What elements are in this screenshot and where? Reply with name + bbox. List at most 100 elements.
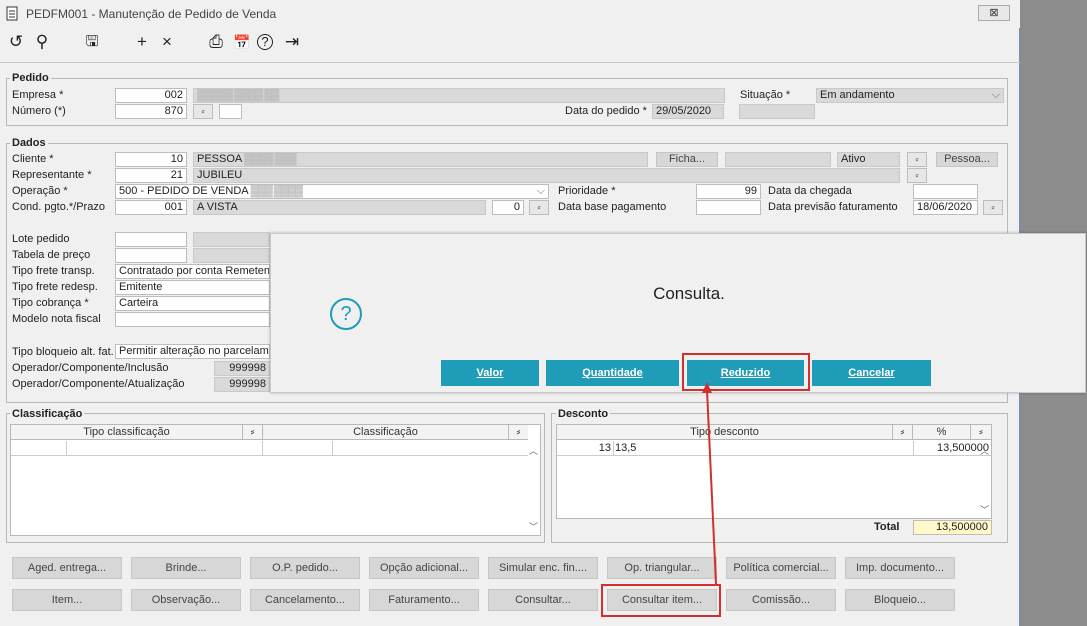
numero-lookup-icon[interactable]: ⸗ bbox=[193, 104, 213, 119]
tipo-lookup-icon[interactable]: ⸗ bbox=[242, 425, 262, 440]
table-row[interactable] bbox=[11, 441, 528, 456]
pct-lookup-icon[interactable]: ⸗ bbox=[970, 425, 991, 440]
scroll-down-icon[interactable]: ﹀ bbox=[980, 503, 989, 516]
consultar-button[interactable]: Consultar... bbox=[488, 589, 598, 611]
cond-name-field: A VISTA bbox=[193, 200, 486, 215]
class-lookup-icon[interactable]: ⸗ bbox=[508, 425, 528, 440]
consulta-dialog: ? Consulta. Valor Quantidade Reduzido Ca… bbox=[270, 233, 1086, 393]
desconto-header-pct[interactable]: % bbox=[912, 425, 970, 440]
lote-input[interactable] bbox=[115, 232, 187, 247]
chevron-down-icon: ⌵ bbox=[536, 185, 545, 197]
brinde-button[interactable]: Brinde... bbox=[131, 557, 241, 579]
total-label: Total bbox=[874, 521, 900, 533]
numero-extra-button[interactable] bbox=[219, 104, 242, 119]
ficha-button[interactable]: Ficha... bbox=[656, 152, 718, 167]
situacao-value: Em andamento bbox=[820, 89, 895, 101]
representante-lookup-icon[interactable]: ⸗ bbox=[907, 168, 927, 183]
desconto-code: 13 bbox=[598, 442, 611, 454]
refresh-icon[interactable]: ↺ bbox=[6, 33, 26, 51]
add-icon[interactable]: + bbox=[132, 33, 152, 51]
help-icon[interactable]: ? bbox=[257, 34, 273, 50]
prioridade-label: Prioridade * bbox=[558, 185, 616, 197]
reduzido-highlight bbox=[682, 353, 810, 391]
save-icon[interactable]: 🖫 bbox=[82, 33, 102, 51]
search-icon[interactable]: ⚲ bbox=[32, 33, 52, 51]
observacao-button[interactable]: Observação... bbox=[131, 589, 241, 611]
data-pedido-field: 29/05/2020 bbox=[652, 104, 724, 119]
scroll-up-icon[interactable]: ︿ bbox=[980, 444, 989, 457]
lote-extra-field bbox=[193, 232, 270, 247]
desconto-title: Desconto bbox=[556, 408, 611, 420]
delete-icon[interactable]: × bbox=[157, 33, 177, 51]
classificacao-header-class[interactable]: Classificação bbox=[262, 425, 508, 440]
simular-enc-button[interactable]: Simular enc. fin.... bbox=[488, 557, 598, 579]
situacao-label: Situação * bbox=[740, 89, 791, 101]
situacao-select[interactable]: Em andamento ⌵ bbox=[816, 88, 1004, 103]
representante-code-input[interactable]: 21 bbox=[115, 168, 187, 183]
frete-redesp-select[interactable]: Emitente bbox=[115, 280, 270, 295]
cancelar-button[interactable]: Cancelar bbox=[812, 360, 931, 386]
cobranca-select[interactable]: Carteira bbox=[115, 296, 270, 311]
classificacao-grid[interactable]: Tipo classificação ⸗ Classificação ⸗ ︿ ﹀ bbox=[10, 424, 541, 536]
table-row[interactable]: 13 13,5 13,500000 bbox=[557, 441, 991, 456]
valor-label: Valor bbox=[476, 367, 504, 379]
cliente-label: Cliente * bbox=[12, 153, 54, 165]
modelo-select[interactable] bbox=[115, 312, 270, 327]
bloqueio-select[interactable]: Permitir alteração no parcelame bbox=[115, 344, 270, 359]
cancelar-label: Cancelar bbox=[848, 367, 895, 379]
data-base-input[interactable] bbox=[696, 200, 761, 215]
cliente-lookup-icon[interactable]: ⸗ bbox=[907, 152, 927, 167]
comissao-button[interactable]: Comissão... bbox=[726, 589, 836, 611]
cond-code-input[interactable]: 001 bbox=[115, 200, 187, 215]
cliente-code-input[interactable]: 10 bbox=[115, 152, 187, 167]
op-inclusao-field: 999998 bbox=[214, 361, 270, 376]
window-title: PEDFM001 - Manutenção de Pedido de Venda bbox=[26, 7, 277, 21]
aged-entrega-button[interactable]: Aged. entrega... bbox=[12, 557, 122, 579]
representante-label: Representante * bbox=[12, 169, 92, 181]
dialog-message: Consulta. bbox=[653, 284, 725, 303]
data-prev-lookup-icon[interactable]: ⸗ bbox=[983, 200, 1003, 215]
opcao-adicional-button[interactable]: Opção adicional... bbox=[369, 557, 479, 579]
pessoa-button[interactable]: Pessoa... bbox=[936, 152, 998, 167]
politica-comercial-button[interactable]: Política comercial... bbox=[726, 557, 836, 579]
desconto-grid[interactable]: Tipo desconto ⸗ % ⸗ 13 13,5 13,500000 ︿ … bbox=[556, 424, 992, 519]
op-pedido-button[interactable]: O.P. pedido... bbox=[250, 557, 360, 579]
prioridade-input[interactable]: 99 bbox=[696, 184, 761, 199]
op-inclusao-label: Operador/Componente/Inclusão bbox=[12, 362, 169, 374]
print-icon[interactable]: ⎙ bbox=[206, 33, 226, 51]
data-chegada-input[interactable] bbox=[913, 184, 978, 199]
empresa-name-field: ▓▓▓▓▓ ▓▓▓▓ ▓▓ bbox=[193, 88, 725, 103]
exit-icon[interactable]: ⇥ bbox=[282, 33, 302, 51]
classificacao-title: Classificação bbox=[10, 408, 85, 420]
data-prev-input[interactable]: 18/06/2020 bbox=[913, 200, 978, 215]
imp-documento-button[interactable]: Imp. documento... bbox=[845, 557, 955, 579]
cond-label: Cond. pgto.*/Prazo bbox=[12, 201, 105, 213]
numero-input[interactable]: 870 bbox=[115, 104, 187, 119]
classificacao-header-tipo[interactable]: Tipo classificação bbox=[11, 425, 242, 440]
data-pedido-extra bbox=[739, 104, 815, 119]
bloqueio-button[interactable]: Bloqueio... bbox=[845, 589, 955, 611]
valor-button[interactable]: Valor bbox=[441, 360, 539, 386]
operacao-select[interactable]: 500 - PEDIDO DE VENDA ▓▓▓ ▓▓▓▓ ⌵ bbox=[115, 184, 549, 199]
prazo-input[interactable]: 0 bbox=[492, 200, 524, 215]
representante-name-field: JUBILEU bbox=[193, 168, 900, 183]
scroll-down-icon[interactable]: ﹀ bbox=[529, 520, 538, 533]
toolbar-divider bbox=[0, 62, 1020, 63]
calendar-icon[interactable]: 📅 bbox=[232, 33, 252, 51]
total-field: 13,500000 bbox=[913, 520, 992, 535]
item-button[interactable]: Item... bbox=[12, 589, 122, 611]
empresa-code-input[interactable]: 002 bbox=[115, 88, 187, 103]
cancelamento-button[interactable]: Cancelamento... bbox=[250, 589, 360, 611]
tipo-desconto-lookup-icon[interactable]: ⸗ bbox=[892, 425, 912, 440]
frete-transp-select[interactable]: Contratado por conta Remetent bbox=[115, 264, 270, 279]
op-triangular-button[interactable]: Op. triangular... bbox=[607, 557, 717, 579]
close-button[interactable]: ⊠ bbox=[978, 5, 1010, 21]
quantidade-button[interactable]: Quantidade bbox=[546, 360, 679, 386]
desconto-header-tipo[interactable]: Tipo desconto bbox=[557, 425, 892, 440]
operacao-label: Operação * bbox=[12, 185, 68, 197]
faturamento-button[interactable]: Faturamento... bbox=[369, 589, 479, 611]
cond-lookup-icon[interactable]: ⸗ bbox=[529, 200, 549, 215]
scroll-up-icon[interactable]: ︿ bbox=[529, 444, 538, 457]
bloqueio-label: Tipo bloqueio alt. fat. bbox=[12, 346, 114, 358]
tabela-input[interactable] bbox=[115, 248, 187, 263]
